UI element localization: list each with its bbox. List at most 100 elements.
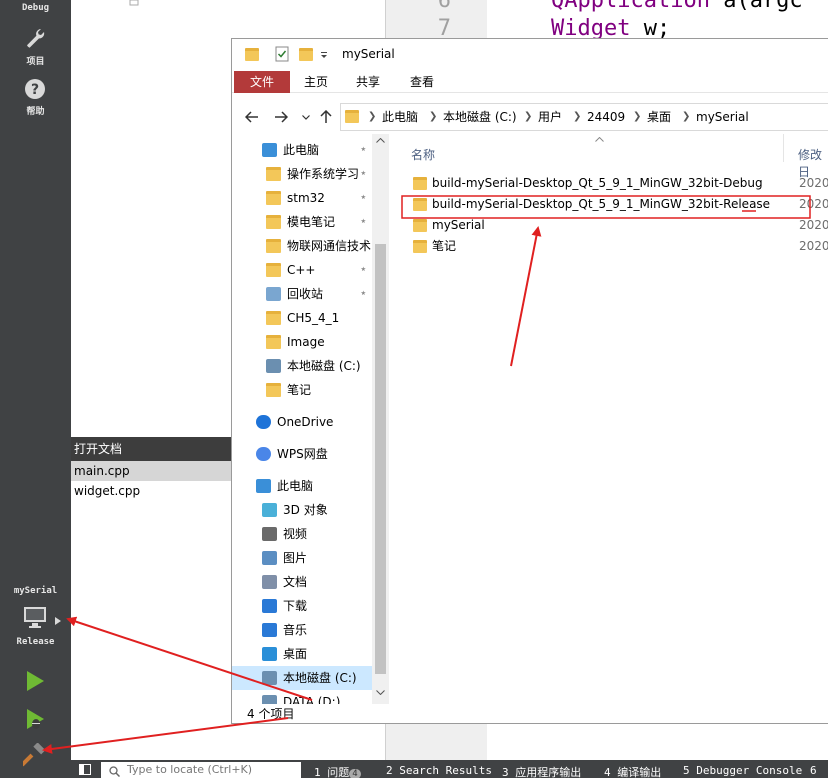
- breadcrumb-desktop[interactable]: 桌面: [647, 104, 671, 130]
- nav-item[interactable]: 此电脑 ⭑: [232, 138, 372, 162]
- search-results-tab[interactable]: 2 Search Results: [386, 764, 492, 777]
- svg-text:?: ?: [31, 82, 39, 98]
- file-row[interactable]: build-mySerial-Desktop_Qt_5_9_1_MinGW_32…: [389, 173, 828, 194]
- folder-icon: [266, 263, 281, 277]
- file-row[interactable]: mySerial 2020: [389, 215, 828, 236]
- nav-item-label: 桌面: [283, 647, 308, 661]
- nav-item[interactable]: 3D 对象: [232, 498, 372, 522]
- navigation-scrollbar[interactable]: [372, 134, 389, 704]
- file-list-pane: 名称 修改日 build-mySerial-Desktop_Qt_5_9_1_M…: [389, 134, 828, 704]
- breadcrumb-separator[interactable]: ❯: [573, 104, 581, 130]
- breadcrumb-myserial[interactable]: mySerial: [696, 104, 749, 130]
- pc-icon: [262, 143, 277, 157]
- nav-item[interactable]: 桌面: [232, 642, 372, 666]
- nav-item[interactable]: 此电脑: [232, 474, 372, 498]
- nav-item[interactable]: 物联网通信技术 ⭑: [232, 234, 372, 258]
- folder-icon: [266, 239, 281, 253]
- compile-output-tab[interactable]: 4 编译输出: [604, 764, 661, 778]
- wrench-icon[interactable]: [23, 26, 47, 50]
- nav-item[interactable]: 下载: [232, 594, 372, 618]
- nav-item[interactable]: 图片: [232, 546, 372, 570]
- column-header-name[interactable]: 名称: [411, 146, 435, 163]
- debugger-console-tab[interactable]: 5 Debugger Console: [683, 764, 802, 777]
- file-row[interactable]: build-mySerial-Desktop_Qt_5_9_1_MinGW_32…: [389, 194, 828, 215]
- breadcrumb-this-pc[interactable]: 此电脑: [382, 104, 418, 130]
- debug-run-icon[interactable]: [23, 707, 47, 731]
- nav-item[interactable]: C++ ⭑: [232, 258, 372, 282]
- file-name: build-mySerial-Desktop_Qt_5_9_1_MinGW_32…: [432, 176, 763, 190]
- item-count-status: 4 个项目: [247, 707, 295, 721]
- customize-toolbar-icon[interactable]: [320, 51, 328, 59]
- tab-share[interactable]: 共享: [344, 71, 392, 93]
- scroll-down-icon[interactable]: [376, 690, 385, 695]
- nav-item[interactable]: 笔记: [232, 378, 372, 402]
- recent-locations-chevron-icon[interactable]: [302, 115, 310, 120]
- locator-input[interactable]: Type to locate (Ctrl+K): [101, 762, 301, 778]
- help-icon[interactable]: ?: [23, 77, 47, 101]
- back-arrow-icon[interactable]: [245, 111, 259, 123]
- breadcrumb-users[interactable]: 用户: [538, 104, 562, 130]
- pin-icon[interactable]: ⭑: [361, 234, 366, 258]
- file-row[interactable]: 笔记 2020: [389, 236, 828, 257]
- scroll-up-icon[interactable]: [376, 138, 385, 143]
- breadcrumb-separator[interactable]: ❯: [682, 104, 690, 130]
- nav-item[interactable]: stm32 ⭑: [232, 186, 372, 210]
- nav-item[interactable]: WPS网盘: [232, 442, 372, 466]
- problems-tab[interactable]: 1 问题 4: [314, 764, 361, 778]
- nav-item[interactable]: 文档: [232, 570, 372, 594]
- up-arrow-icon[interactable]: [320, 110, 332, 124]
- nav-item[interactable]: 音乐: [232, 618, 372, 642]
- nav-item[interactable]: CH5_4_1: [232, 306, 372, 330]
- breadcrumb-separator[interactable]: ❯: [429, 104, 437, 130]
- nav-item[interactable]: 视频: [232, 522, 372, 546]
- nav-item[interactable]: Image: [232, 330, 372, 354]
- explorer-titlebar[interactable]: mySerial: [232, 39, 828, 71]
- pin-icon[interactable]: ⭑: [361, 138, 366, 162]
- new-folder-icon[interactable]: [299, 48, 313, 61]
- nav-item[interactable]: 回收站 ⭑: [232, 282, 372, 306]
- breadcrumb-user-folder[interactable]: 24409: [587, 104, 625, 130]
- more-output-tab[interactable]: 6: [810, 764, 817, 777]
- nav-item[interactable]: 操作系统学习 ⭑: [232, 162, 372, 186]
- build-hammer-icon[interactable]: [23, 743, 47, 767]
- forward-arrow-icon[interactable]: [274, 111, 288, 123]
- file-icon: [129, 0, 139, 6]
- pin-icon[interactable]: ⭑: [361, 210, 366, 234]
- kit-selector-icon[interactable]: [22, 604, 48, 630]
- debug-mode-label[interactable]: Debug: [0, 3, 71, 13]
- kit-expand-arrow-icon[interactable]: [55, 617, 61, 625]
- pin-icon[interactable]: ⭑: [361, 258, 366, 282]
- properties-icon[interactable]: [275, 46, 289, 62]
- window-title: mySerial: [342, 47, 395, 61]
- address-bar[interactable]: ❯ 此电脑 ❯ 本地磁盘 (C:) ❯ 用户 ❯ 24409 ❯ 桌面 ❯ my…: [340, 103, 828, 131]
- open-document-item[interactable]: widget.cpp: [71, 481, 231, 501]
- tab-home[interactable]: 主页: [292, 71, 340, 93]
- nav-item-label: stm32: [287, 191, 325, 205]
- application-output-tab[interactable]: 3 应用程序输出: [502, 764, 581, 778]
- breadcrumb-local-disk[interactable]: 本地磁盘 (C:): [443, 104, 517, 130]
- nav-item[interactable]: DATA (D:): [232, 690, 372, 704]
- projects-mode-label[interactable]: 项目: [0, 54, 71, 67]
- pin-icon[interactable]: ⭑: [361, 282, 366, 306]
- breadcrumb-separator[interactable]: ❯: [368, 104, 376, 130]
- help-mode-label[interactable]: 帮助: [0, 104, 71, 117]
- nav-item[interactable]: 本地磁盘 (C:): [232, 354, 372, 378]
- breadcrumb-separator[interactable]: ❯: [524, 104, 532, 130]
- tab-file[interactable]: 文件: [234, 71, 290, 93]
- run-icon[interactable]: [23, 669, 47, 693]
- pin-icon[interactable]: ⭑: [361, 186, 366, 210]
- breadcrumb-separator[interactable]: ❯: [633, 104, 641, 130]
- nav-item[interactable]: 本地磁盘 (C:): [232, 666, 372, 690]
- scrollbar-thumb[interactable]: [375, 244, 386, 674]
- tab-view[interactable]: 查看: [398, 71, 446, 93]
- column-divider[interactable]: [783, 134, 784, 162]
- open-document-item[interactable]: main.cpp: [71, 461, 231, 481]
- toggle-sidebar-icon[interactable]: [79, 764, 91, 775]
- folder-icon: [413, 177, 427, 190]
- problems-count-badge: 4: [349, 769, 361, 778]
- nav-item-label: 此电脑: [277, 479, 314, 493]
- pin-icon[interactable]: ⭑: [361, 162, 366, 186]
- folder-icon: [345, 110, 359, 123]
- nav-item[interactable]: OneDrive: [232, 410, 372, 434]
- nav-item[interactable]: 模电笔记 ⭑: [232, 210, 372, 234]
